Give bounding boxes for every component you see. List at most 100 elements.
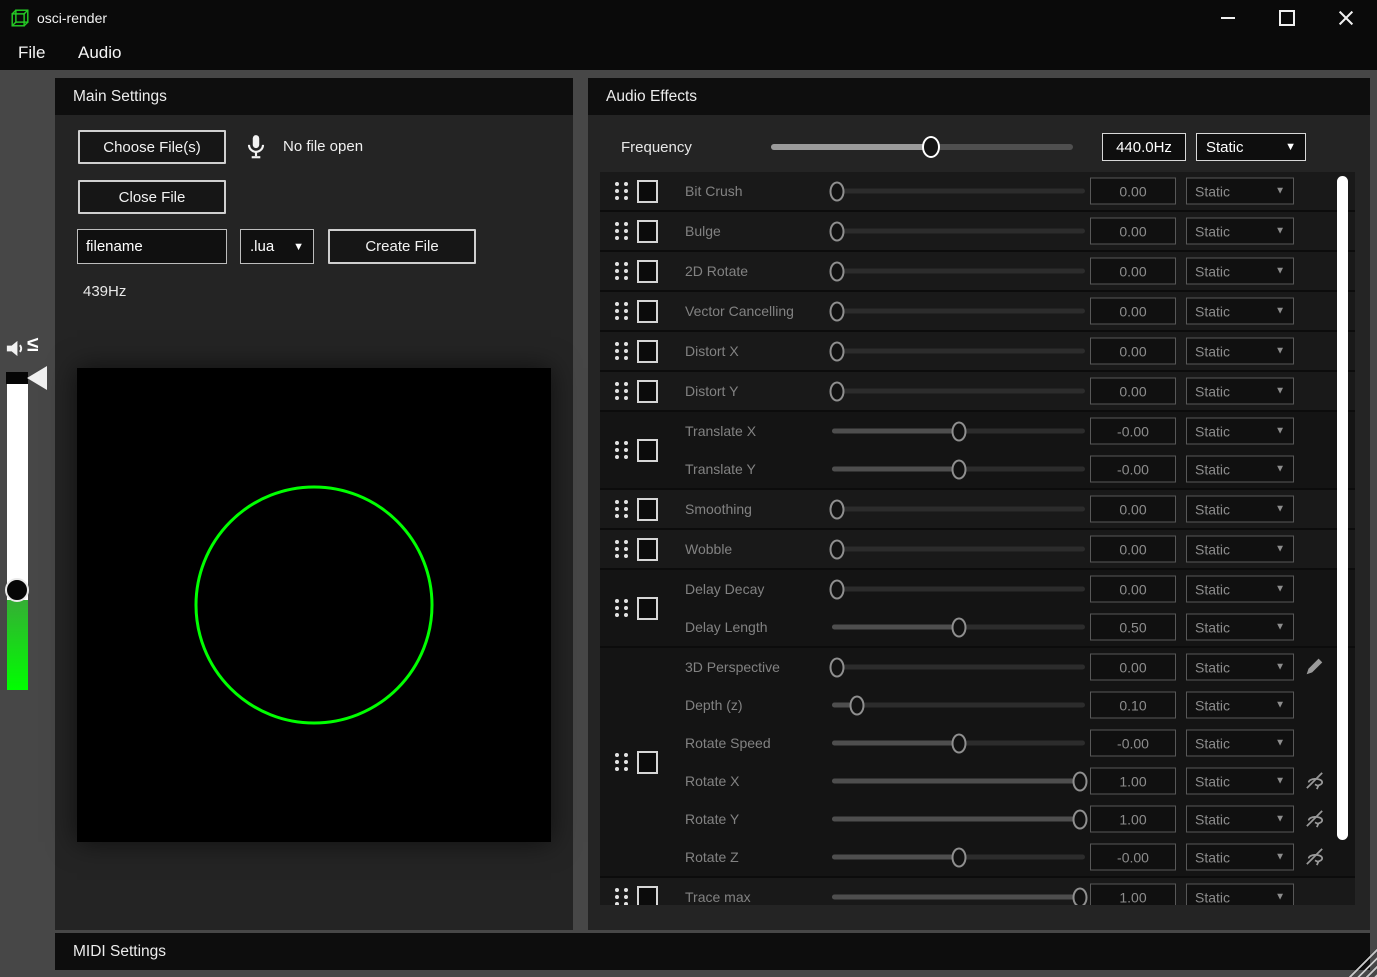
effect-value-box[interactable]: 0.00 bbox=[1090, 536, 1176, 563]
effect-checkbox[interactable] bbox=[637, 180, 658, 203]
effect-slider[interactable] bbox=[832, 741, 1085, 746]
slider-knob[interactable] bbox=[830, 341, 845, 361]
effect-mode-dropdown[interactable]: Static▼ bbox=[1186, 496, 1294, 523]
effect-mode-dropdown[interactable]: Static▼ bbox=[1186, 654, 1294, 681]
effect-slider[interactable] bbox=[832, 467, 1085, 472]
rotate-axis-icon[interactable] bbox=[1303, 769, 1327, 793]
slider-knob[interactable] bbox=[1072, 771, 1087, 791]
effect-checkbox[interactable] bbox=[637, 498, 658, 521]
choose-file-button[interactable]: Choose File(s) bbox=[78, 130, 226, 164]
drag-handle[interactable] bbox=[615, 753, 628, 771]
effect-mode-dropdown[interactable]: Static▼ bbox=[1186, 178, 1294, 205]
slider-knob[interactable] bbox=[1072, 809, 1087, 829]
effect-value-box[interactable]: 0.00 bbox=[1090, 298, 1176, 325]
effect-value-box[interactable]: 0.00 bbox=[1090, 496, 1176, 523]
effect-mode-dropdown[interactable]: Static▼ bbox=[1186, 338, 1294, 365]
drag-handle[interactable] bbox=[615, 441, 628, 459]
effect-mode-dropdown[interactable]: Static▼ bbox=[1186, 378, 1294, 405]
effect-slider[interactable] bbox=[832, 189, 1085, 194]
effect-mode-dropdown[interactable]: Static▼ bbox=[1186, 692, 1294, 719]
effect-value-box[interactable]: -0.00 bbox=[1090, 456, 1176, 483]
threshold-slider-handle[interactable] bbox=[27, 366, 47, 390]
effect-value-box[interactable]: 1.00 bbox=[1090, 768, 1176, 795]
effect-value-box[interactable]: 0.00 bbox=[1090, 378, 1176, 405]
effect-mode-dropdown[interactable]: Static▼ bbox=[1186, 258, 1294, 285]
effect-slider[interactable] bbox=[832, 269, 1085, 274]
effect-slider[interactable] bbox=[832, 349, 1085, 354]
effect-value-box[interactable]: 0.00 bbox=[1090, 178, 1176, 205]
slider-knob[interactable] bbox=[830, 381, 845, 401]
rotate-axis-icon[interactable] bbox=[1303, 807, 1327, 831]
effect-checkbox[interactable] bbox=[637, 439, 658, 462]
drag-handle[interactable] bbox=[615, 888, 628, 905]
effect-checkbox[interactable] bbox=[637, 260, 658, 283]
effect-value-box[interactable]: -0.00 bbox=[1090, 730, 1176, 757]
threshold-marker[interactable] bbox=[6, 372, 28, 384]
filename-input[interactable]: filename bbox=[77, 229, 227, 264]
effect-checkbox[interactable] bbox=[637, 886, 658, 906]
drag-handle[interactable] bbox=[615, 500, 628, 518]
slider-knob[interactable] bbox=[830, 261, 845, 281]
effect-slider[interactable] bbox=[832, 817, 1085, 822]
drag-handle[interactable] bbox=[615, 599, 628, 617]
slider-knob[interactable] bbox=[830, 657, 845, 677]
drag-handle[interactable] bbox=[615, 182, 628, 200]
effect-checkbox[interactable] bbox=[637, 380, 658, 403]
frequency-value-box[interactable]: 440.0Hz bbox=[1102, 133, 1186, 161]
midi-settings-bar[interactable]: MIDI Settings bbox=[55, 933, 1370, 970]
effect-checkbox[interactable] bbox=[637, 220, 658, 243]
slider-knob[interactable] bbox=[830, 181, 845, 201]
effect-checkbox[interactable] bbox=[637, 300, 658, 323]
effect-value-box[interactable]: 1.00 bbox=[1090, 884, 1176, 906]
slider-knob[interactable] bbox=[951, 617, 966, 637]
effect-slider[interactable] bbox=[832, 429, 1085, 434]
effect-value-box[interactable]: 0.00 bbox=[1090, 338, 1176, 365]
frequency-slider[interactable] bbox=[771, 144, 1073, 150]
effect-value-box[interactable]: 0.00 bbox=[1090, 258, 1176, 285]
effect-slider[interactable] bbox=[832, 587, 1085, 592]
drag-handle[interactable] bbox=[615, 262, 628, 280]
effect-slider[interactable] bbox=[832, 855, 1085, 860]
effect-checkbox[interactable] bbox=[637, 751, 658, 774]
rotate-axis-icon[interactable] bbox=[1303, 845, 1327, 869]
effect-slider[interactable] bbox=[832, 389, 1085, 394]
create-file-button[interactable]: Create File bbox=[328, 229, 476, 264]
slider-knob[interactable] bbox=[951, 847, 966, 867]
drag-handle[interactable] bbox=[615, 382, 628, 400]
effect-mode-dropdown[interactable]: Static▼ bbox=[1186, 536, 1294, 563]
effect-value-box[interactable]: 0.00 bbox=[1090, 576, 1176, 603]
slider-knob[interactable] bbox=[830, 579, 845, 599]
slider-knob[interactable] bbox=[830, 221, 845, 241]
effect-mode-dropdown[interactable]: Static▼ bbox=[1186, 418, 1294, 445]
slider-knob[interactable] bbox=[830, 301, 845, 321]
effect-mode-dropdown[interactable]: Static▼ bbox=[1186, 844, 1294, 871]
pencil-icon[interactable] bbox=[1303, 655, 1327, 679]
drag-handle[interactable] bbox=[615, 302, 628, 320]
effects-scrollbar-thumb[interactable] bbox=[1337, 176, 1348, 840]
slider-knob[interactable] bbox=[830, 499, 845, 519]
slider-knob[interactable] bbox=[951, 421, 966, 441]
extension-dropdown[interactable]: .lua ▼ bbox=[240, 229, 314, 264]
effect-slider[interactable] bbox=[832, 547, 1085, 552]
effect-slider[interactable] bbox=[832, 309, 1085, 314]
close-button[interactable] bbox=[1323, 0, 1369, 36]
slider-knob[interactable] bbox=[850, 695, 865, 715]
effect-value-box[interactable]: 0.00 bbox=[1090, 654, 1176, 681]
effect-mode-dropdown[interactable]: Static▼ bbox=[1186, 614, 1294, 641]
close-file-button[interactable]: Close File bbox=[78, 180, 226, 214]
drag-handle[interactable] bbox=[615, 540, 628, 558]
effect-mode-dropdown[interactable]: Static▼ bbox=[1186, 806, 1294, 833]
effect-mode-dropdown[interactable]: Static▼ bbox=[1186, 298, 1294, 325]
minimize-button[interactable] bbox=[1205, 0, 1251, 36]
menu-file[interactable]: File bbox=[12, 41, 51, 65]
effect-mode-dropdown[interactable]: Static▼ bbox=[1186, 456, 1294, 483]
effect-value-box[interactable]: -0.00 bbox=[1090, 418, 1176, 445]
slider-knob[interactable] bbox=[1072, 887, 1087, 905]
slider-knob[interactable] bbox=[830, 539, 845, 559]
effect-value-box[interactable]: 0.10 bbox=[1090, 692, 1176, 719]
menu-audio[interactable]: Audio bbox=[72, 41, 127, 65]
volume-meter[interactable] bbox=[7, 372, 28, 690]
maximize-button[interactable] bbox=[1264, 0, 1310, 36]
effect-slider[interactable] bbox=[832, 703, 1085, 708]
effect-slider[interactable] bbox=[832, 665, 1085, 670]
